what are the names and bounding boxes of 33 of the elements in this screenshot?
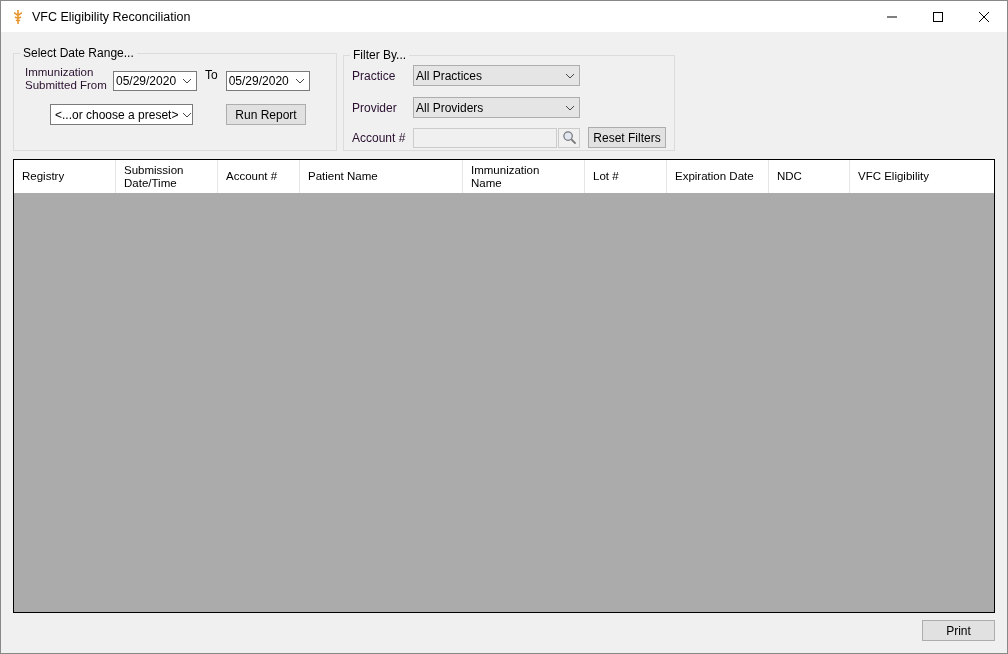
column-header[interactable]: Expiration Date — [675, 170, 754, 183]
to-label: To — [205, 68, 218, 82]
print-button[interactable]: Print — [922, 620, 995, 641]
column-header[interactable]: Immunization Name — [471, 163, 553, 190]
account-label: Account # — [352, 130, 407, 145]
provider-label: Provider — [352, 100, 398, 115]
practice-label: Practice — [352, 68, 397, 83]
close-icon[interactable] — [978, 10, 990, 23]
column-header[interactable]: NDC — [777, 170, 802, 183]
group-title: Select Date Range... — [22, 46, 135, 60]
to-date-picker[interactable]: 05/29/2020 — [225, 70, 310, 91]
practice-dropdown[interactable]: All Practices — [413, 65, 580, 86]
column-header[interactable]: Account # — [226, 170, 278, 183]
column-header[interactable]: VFC Eligibility — [858, 170, 929, 183]
reset-filters-button[interactable]: Reset Filters — [588, 127, 666, 148]
chevron-down-icon[interactable] — [565, 72, 575, 79]
chevron-down-icon[interactable] — [565, 104, 575, 111]
column-header[interactable]: Patient Name — [308, 170, 378, 183]
search-button[interactable] — [558, 127, 580, 148]
column-header[interactable]: Registry — [22, 170, 65, 183]
group-title: Filter By... — [352, 48, 408, 62]
column-header[interactable]: Lot # — [593, 170, 619, 183]
run-report-button[interactable]: Run Report — [226, 104, 306, 125]
preset-dropdown[interactable]: <...or choose a preset> — [50, 104, 193, 125]
maximize-icon[interactable] — [932, 10, 944, 23]
provider-dropdown[interactable]: All Providers — [413, 97, 580, 118]
chevron-down-icon[interactable] — [294, 77, 305, 84]
window-title: VFC Eligibility Reconciliation — [32, 9, 191, 24]
from-date-picker[interactable]: 05/29/2020 — [113, 70, 197, 91]
chevron-down-icon[interactable] — [182, 77, 192, 84]
from-label: Immunization Submitted From — [25, 66, 108, 92]
chevron-down-icon[interactable] — [182, 111, 193, 118]
column-header[interactable]: Submission Date/Time — [124, 163, 206, 190]
